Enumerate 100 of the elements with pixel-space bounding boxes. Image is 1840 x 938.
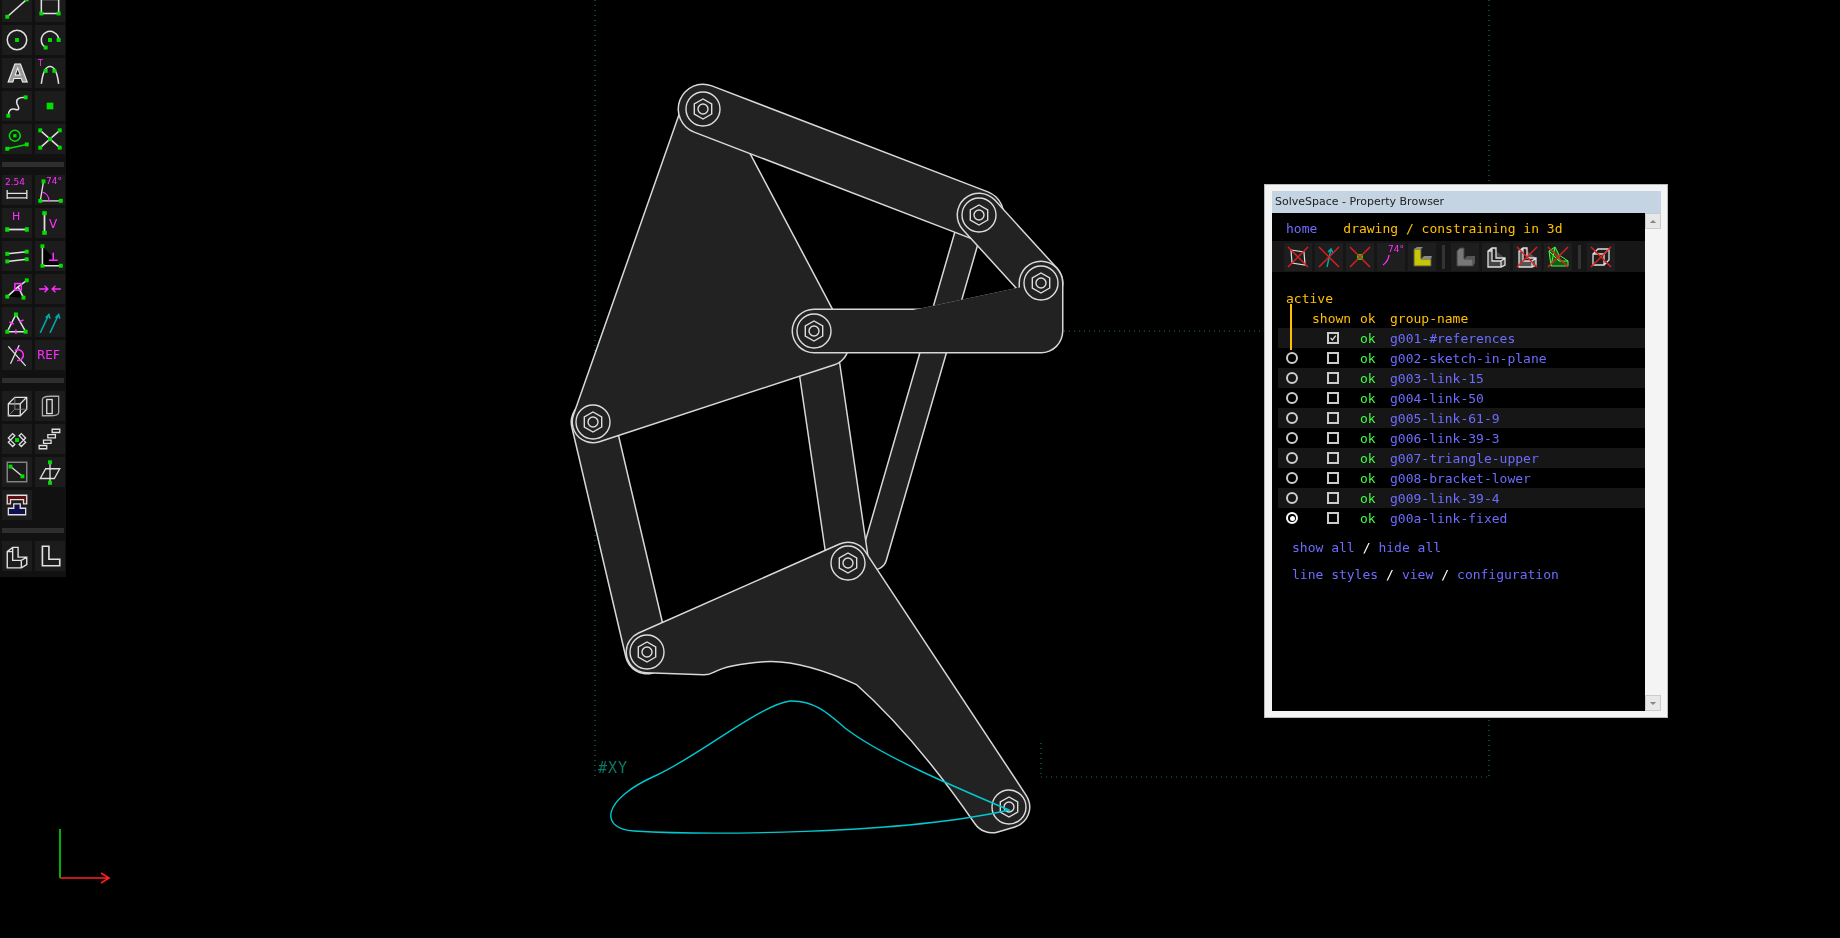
workplane-tool[interactable]	[2, 124, 32, 154]
active-radio[interactable]	[1286, 472, 1298, 484]
lathe-tool[interactable]	[35, 391, 65, 421]
arc-tool[interactable]	[35, 25, 65, 55]
status-text: ok	[1360, 510, 1377, 526]
iso-tool[interactable]	[2, 541, 32, 571]
shaded-toggle[interactable]	[1451, 242, 1479, 271]
shown-checkbox[interactable]	[1327, 352, 1339, 364]
bounding-box-toggle[interactable]	[1587, 242, 1615, 271]
column-header: active	[1286, 291, 1333, 306]
distance-tool[interactable]: 2.54	[2, 175, 32, 205]
hidden-lines-toggle[interactable]	[1513, 242, 1541, 271]
active-radio[interactable]	[1286, 372, 1298, 384]
home-link[interactable]: home	[1286, 219, 1318, 238]
nav-link[interactable]: hide all	[1378, 540, 1442, 555]
extrude-tool[interactable]	[2, 391, 32, 421]
column-header: group-name	[1390, 310, 1469, 326]
rectangle-tool[interactable]	[35, 0, 65, 22]
constraints-icon	[1382, 253, 1390, 266]
active-radio[interactable]	[1286, 412, 1298, 424]
active-radio[interactable]	[1286, 392, 1298, 404]
group-link[interactable]: g002-sketch-in-plane	[1390, 350, 1547, 366]
tangent-tool[interactable]	[35, 307, 65, 337]
shaded-icon	[1453, 244, 1477, 269]
normals-icon	[1317, 244, 1341, 269]
shown-checkbox[interactable]	[1327, 472, 1339, 484]
column-header: ok	[1360, 310, 1377, 326]
circle-tool[interactable]	[2, 25, 32, 55]
bezier-icon	[4, 93, 30, 119]
normals-toggle[interactable]	[1315, 242, 1343, 271]
points-toggle[interactable]	[1346, 242, 1374, 271]
points-icon	[1348, 244, 1372, 269]
nav-link[interactable]: view	[1401, 567, 1434, 582]
plane-icon	[37, 459, 63, 485]
import-tool[interactable]	[2, 490, 32, 520]
faces-toggle[interactable]	[1408, 242, 1436, 271]
shown-checkbox[interactable]	[1327, 452, 1339, 464]
ortho-tool[interactable]	[35, 541, 65, 571]
status-text: ok	[1360, 410, 1377, 426]
symmetric-tool[interactable]	[35, 274, 65, 304]
group-link[interactable]: g003-link-15	[1390, 370, 1484, 386]
shown-checkbox[interactable]	[1327, 412, 1339, 424]
point-tool[interactable]	[35, 91, 65, 121]
plane-tool[interactable]	[35, 457, 65, 487]
new-workplane-tool[interactable]	[2, 457, 32, 487]
group-link[interactable]: g005-link-61-9	[1390, 410, 1500, 426]
group-link[interactable]: g008-bracket-lower	[1390, 470, 1531, 486]
status-text: ok	[1360, 390, 1377, 406]
workplane-label: #XY	[598, 759, 629, 777]
split-tool[interactable]	[35, 124, 65, 154]
parallel-tool[interactable]	[2, 241, 32, 271]
shown-checkbox[interactable]	[1327, 332, 1339, 344]
step-rotate-tool[interactable]	[2, 424, 32, 454]
status-text: ok	[1360, 450, 1377, 466]
group-link[interactable]: g00a-link-fixed	[1390, 510, 1508, 526]
perpendicular-tool[interactable]	[35, 241, 65, 271]
shown-checkbox[interactable]	[1327, 432, 1339, 444]
angle-icon	[37, 177, 63, 203]
new-workplane-icon	[4, 459, 30, 485]
group-link[interactable]: g009-link-39-4	[1390, 490, 1500, 506]
scroll-down-button[interactable]	[1645, 695, 1661, 711]
tangent-arc-tool[interactable]: T	[35, 58, 65, 88]
shown-checkbox[interactable]	[1327, 372, 1339, 384]
step-translate-tool[interactable]	[35, 424, 65, 454]
link-separator: /	[1386, 567, 1394, 582]
angle-tool[interactable]: 74°	[35, 175, 65, 205]
circle-icon	[4, 27, 30, 53]
group-link[interactable]: g004-link-50	[1390, 390, 1484, 406]
active-radio[interactable]	[1286, 352, 1298, 364]
shown-checkbox[interactable]	[1327, 512, 1339, 524]
group-link[interactable]: g007-triangle-upper	[1390, 450, 1539, 466]
group-link[interactable]: g006-link-39-3	[1390, 430, 1500, 446]
shown-checkbox[interactable]	[1327, 392, 1339, 404]
group-link[interactable]: g001-#references	[1390, 330, 1516, 346]
text-tool[interactable]: A	[2, 58, 32, 88]
workplanes-toggle[interactable]	[1284, 242, 1312, 271]
step-translate-icon	[37, 426, 63, 452]
active-radio[interactable]	[1286, 492, 1298, 504]
nav-link[interactable]: line styles	[1292, 567, 1379, 582]
horizontal-tool[interactable]: H	[2, 208, 32, 238]
nav-link[interactable]: configuration	[1457, 567, 1559, 582]
bezier-tool[interactable]	[2, 91, 32, 121]
line-tool[interactable]	[2, 0, 32, 22]
active-radio[interactable]	[1286, 452, 1298, 464]
constraints-toggle[interactable]: 74°	[1377, 242, 1405, 271]
nav-link[interactable]: show all	[1292, 540, 1355, 555]
edges-toggle[interactable]	[1482, 242, 1510, 271]
status-text: ok	[1360, 330, 1377, 346]
vertical-tool[interactable]: V	[35, 208, 65, 238]
tree-line	[1290, 304, 1292, 350]
mesh-toggle[interactable]	[1544, 242, 1572, 271]
reference-tool[interactable]: REF	[35, 340, 65, 370]
axes-icon	[59, 828, 111, 884]
equal-tool[interactable]	[2, 307, 32, 337]
on-point-tool[interactable]	[2, 274, 32, 304]
scrollbar[interactable]	[1645, 213, 1661, 711]
shown-checkbox[interactable]	[1327, 492, 1339, 504]
active-radio[interactable]	[1286, 432, 1298, 444]
scroll-up-button[interactable]	[1645, 213, 1661, 229]
construction-tool[interactable]	[2, 340, 32, 370]
